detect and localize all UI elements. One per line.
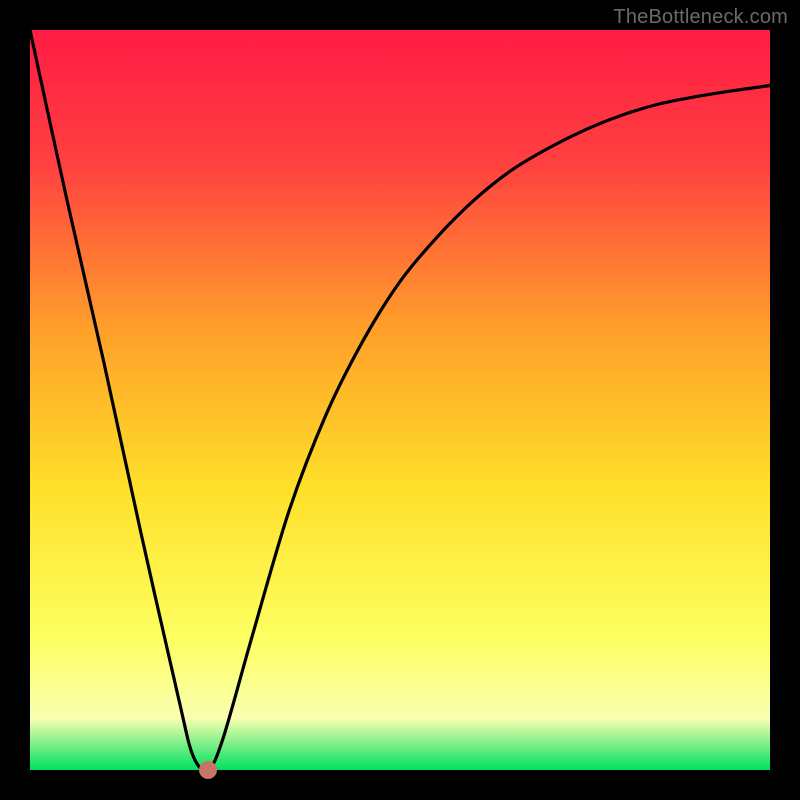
chart-frame: TheBottleneck.com <box>0 0 800 800</box>
min-point-marker <box>199 761 217 779</box>
watermark-text: TheBottleneck.com <box>613 6 788 29</box>
bottleneck-curve <box>30 30 770 770</box>
plot-area <box>30 30 770 770</box>
